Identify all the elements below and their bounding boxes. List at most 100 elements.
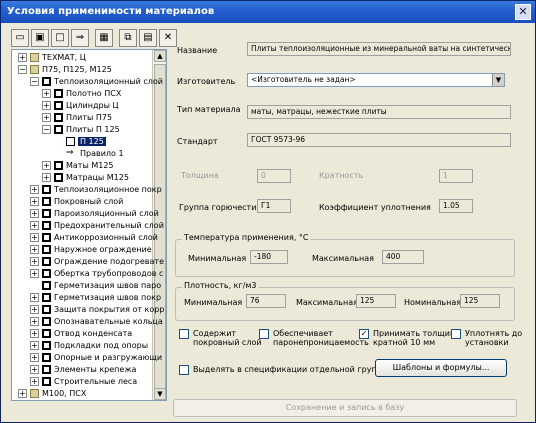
expand-icon[interactable]: + bbox=[30, 245, 39, 254]
close-button[interactable]: ✕ bbox=[515, 4, 531, 20]
expand-icon[interactable]: + bbox=[30, 221, 39, 230]
collapse-icon[interactable]: − bbox=[42, 125, 51, 134]
expand-icon[interactable]: + bbox=[30, 329, 39, 338]
tree-item[interactable]: + Ограждение подогревате bbox=[30, 256, 164, 268]
scroll-up-icon[interactable]: ▲ bbox=[154, 50, 166, 62]
tree-item[interactable]: + Подкладки под опоры bbox=[30, 340, 148, 352]
tree-item[interactable]: + Маты М125 bbox=[42, 160, 114, 172]
tree-item[interactable]: П 125 bbox=[54, 136, 106, 148]
expand-icon[interactable]: + bbox=[42, 101, 51, 110]
material-type-field[interactable]: маты, матрацы, нежесткие плиты bbox=[247, 105, 511, 119]
expand-icon[interactable]: + bbox=[30, 209, 39, 218]
expand-icon[interactable]: + bbox=[42, 89, 51, 98]
close-icon: ✕ bbox=[518, 5, 528, 18]
tree-item[interactable]: + Антикоррозионный слой bbox=[30, 232, 158, 244]
tree-item[interactable]: + Обертка трубопроводов с bbox=[30, 268, 163, 280]
chevron-down-icon[interactable]: ▼ bbox=[492, 74, 504, 86]
density-min-field[interactable]: 76 bbox=[246, 294, 286, 308]
tree-item[interactable]: + Отвод конденсата bbox=[30, 328, 132, 340]
tree-item[interactable]: Герметизация швов паро bbox=[30, 280, 161, 292]
materials-tree[interactable]: ▲ ▼ + ТЕХМАТ, Ц − П75, П125, М125− Теплоизол… bbox=[11, 49, 167, 401]
expand-icon[interactable]: + bbox=[30, 353, 39, 362]
new-folder-button[interactable]: ▭ bbox=[11, 29, 29, 47]
tree-item[interactable]: + Полотно ПСХ bbox=[42, 88, 121, 100]
material-node-icon bbox=[54, 101, 63, 110]
tree-item[interactable]: + Плиты П75 bbox=[42, 112, 112, 124]
copy-button[interactable]: ⧉ bbox=[119, 29, 137, 47]
compaction-field[interactable]: 1.05 bbox=[439, 199, 473, 213]
expand-icon[interactable]: + bbox=[30, 365, 39, 374]
tree-item[interactable]: + Пароизоляционный слой bbox=[30, 208, 159, 220]
expand-icon[interactable]: + bbox=[42, 173, 51, 182]
manufacturer-select[interactable]: <Изготовитель не задан> ▼ bbox=[247, 73, 505, 87]
tree-item[interactable]: + Предохранительный слой bbox=[30, 220, 164, 232]
thickness-multiple-checkbox[interactable]: ✓ Принимать толщину кратной 10 мм bbox=[359, 329, 460, 347]
multiplicity-field: 1 bbox=[439, 169, 473, 183]
tree-item-label: Полотно ПСХ bbox=[66, 89, 122, 98]
new-node-button[interactable]: ▣ bbox=[31, 29, 49, 47]
new-rule-button[interactable]: ⇒ bbox=[71, 29, 89, 47]
expand-icon[interactable]: + bbox=[18, 389, 27, 398]
tree-item[interactable]: + Покровный слой bbox=[30, 196, 123, 208]
tree-item[interactable]: + Цилиндры Ц bbox=[42, 100, 119, 112]
collapse-icon[interactable]: − bbox=[30, 77, 39, 86]
table-button[interactable]: ▦ bbox=[95, 29, 113, 47]
expand-icon[interactable]: + bbox=[42, 161, 51, 170]
cover-layer-checkbox[interactable]: Содержит покровный слой bbox=[179, 329, 262, 347]
checkmark-icon[interactable]: ✓ bbox=[359, 329, 369, 339]
tree-item[interactable]: + М100, ПСХ bbox=[18, 388, 86, 400]
expand-icon[interactable]: + bbox=[30, 269, 39, 278]
material-node-icon bbox=[54, 161, 63, 170]
temp-max-field[interactable]: 400 bbox=[382, 250, 424, 264]
expand-icon[interactable]: + bbox=[30, 185, 39, 194]
expand-icon[interactable]: + bbox=[30, 293, 39, 302]
expand-icon[interactable]: + bbox=[30, 257, 39, 266]
tree-item[interactable]: + ТЕХМАТ, Ц bbox=[18, 52, 86, 64]
vapor-barrier-checkbox[interactable]: Обеспечивает паронепроницаемость bbox=[259, 329, 369, 347]
templates-button[interactable]: Шаблоны и формулы... bbox=[375, 359, 507, 377]
density-min-label: Минимальная bbox=[184, 298, 243, 307]
expand-icon[interactable]: + bbox=[42, 113, 51, 122]
tree-item[interactable]: + Герметизация швов покр bbox=[30, 292, 161, 304]
compact-check-icon[interactable] bbox=[451, 329, 461, 339]
density-nom-field[interactable]: 125 bbox=[460, 294, 500, 308]
tree-item-label: Предохранительный слой bbox=[54, 221, 164, 230]
expand-icon[interactable]: + bbox=[30, 197, 39, 206]
tree-item[interactable]: + Теплоизоляционное покр bbox=[30, 184, 162, 196]
expand-icon[interactable]: + bbox=[30, 305, 39, 314]
tree-item[interactable]: ⇒ Правило 1 bbox=[54, 148, 124, 160]
tree-item[interactable]: + Опорные и разгружающи bbox=[30, 352, 162, 364]
cover-layer-check-icon[interactable] bbox=[179, 329, 189, 339]
tree-item[interactable]: − Плиты П 125 bbox=[42, 124, 120, 136]
compact-text: Уплотнять до установки bbox=[465, 329, 523, 347]
material-node-icon bbox=[54, 89, 63, 98]
temp-min-field[interactable]: -180 bbox=[250, 250, 288, 264]
expand-icon[interactable]: + bbox=[30, 317, 39, 326]
standard-field[interactable]: ГОСТ 9573-96 bbox=[247, 133, 511, 147]
spec-group-checkbox[interactable]: Выделять в спецификации отдельной группо… bbox=[179, 365, 392, 375]
tree-item[interactable]: + Наружное ограждение bbox=[30, 244, 152, 256]
expand-icon[interactable]: + bbox=[30, 233, 39, 242]
tree-item[interactable]: + Опознавательные кольца bbox=[30, 316, 163, 328]
expand-icon[interactable]: + bbox=[30, 341, 39, 350]
tree-item[interactable]: + Защита покрытия от корр bbox=[30, 304, 164, 316]
tree-item[interactable]: − П75, П125, М125 bbox=[18, 64, 112, 76]
paste-button[interactable]: ▤ bbox=[139, 29, 157, 47]
density-max-field[interactable]: 125 bbox=[356, 294, 396, 308]
spec-group-check-icon[interactable] bbox=[179, 365, 189, 375]
tree-item[interactable]: + Строительные леса bbox=[30, 376, 137, 388]
expand-icon[interactable]: + bbox=[30, 377, 39, 386]
collapse-icon[interactable]: − bbox=[18, 65, 27, 74]
vapor-barrier-check-icon[interactable] bbox=[259, 329, 269, 339]
expand-icon[interactable]: + bbox=[18, 53, 27, 62]
tree-item[interactable]: − Теплоизоляционный слой bbox=[30, 76, 163, 88]
name-field[interactable]: Плиты теплоизоляционные из минеральной в… bbox=[247, 42, 511, 56]
tree-item-label: Плиты П75 bbox=[66, 113, 113, 122]
flammability-field[interactable]: Г1 bbox=[257, 199, 291, 213]
new-item-button[interactable]: □ bbox=[51, 29, 69, 47]
tree-item[interactable]: + Элементы крепежа bbox=[30, 364, 136, 376]
scroll-down-icon[interactable]: ▼ bbox=[154, 388, 166, 400]
material-node-icon bbox=[42, 305, 51, 314]
compact-before-install-checkbox[interactable]: Уплотнять до установки bbox=[451, 329, 522, 347]
tree-item[interactable]: + Матрацы М125 bbox=[42, 172, 129, 184]
